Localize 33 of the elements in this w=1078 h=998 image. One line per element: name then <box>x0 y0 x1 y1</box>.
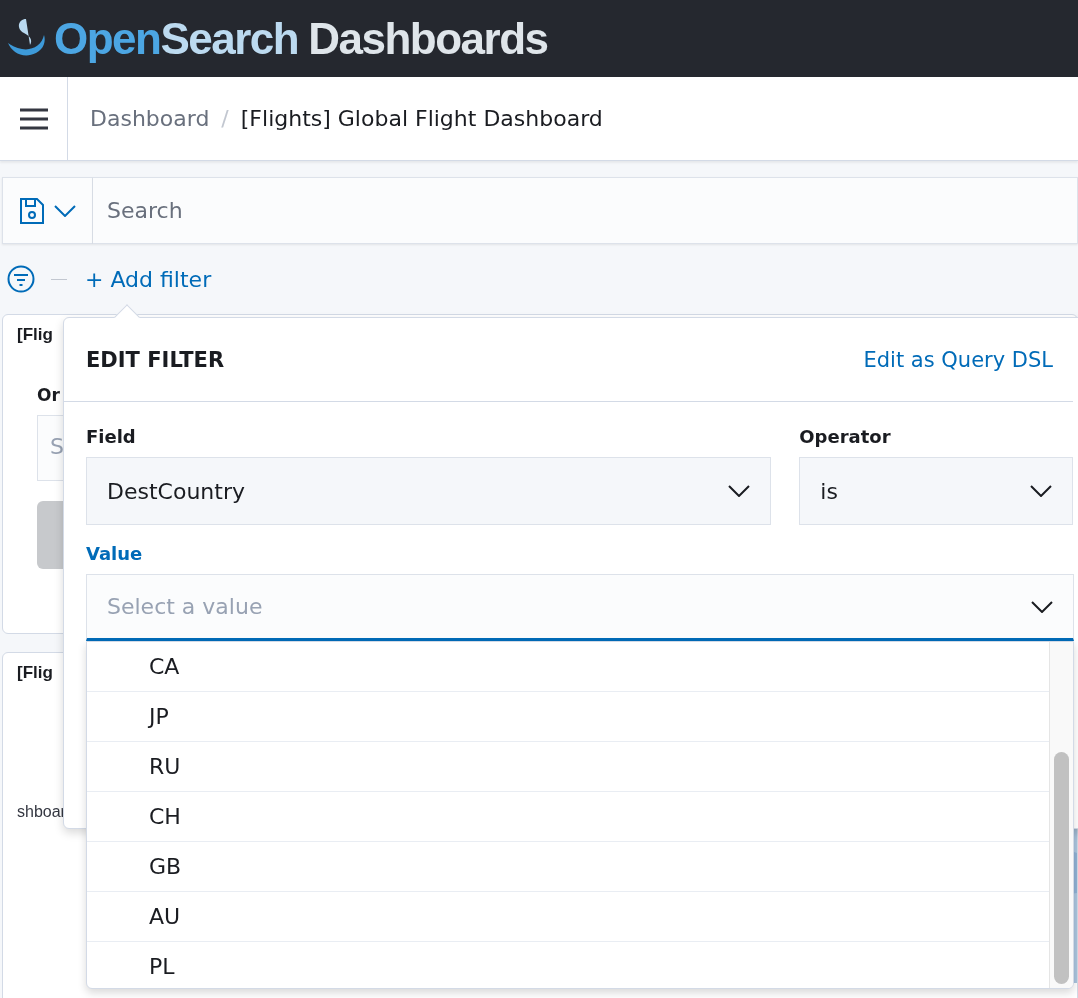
chevron-down-icon <box>728 485 751 497</box>
field-label: Field <box>86 426 137 447</box>
breadcrumb-separator: / <box>221 106 229 131</box>
popover-title: EDIT FILTER <box>86 347 225 372</box>
filter-icon <box>7 265 35 293</box>
save-icon <box>19 197 44 224</box>
chevron-down-icon <box>1030 485 1052 497</box>
chevron-down-icon <box>53 204 76 217</box>
app-logo-text: OpenSearch Dashboards <box>54 13 548 64</box>
option-item[interactable]: AU <box>87 892 1049 942</box>
option-item[interactable]: RU <box>87 742 1049 792</box>
scrollbar-thumb[interactable] <box>1054 752 1069 984</box>
panel-title: [Flig <box>17 663 53 683</box>
option-item[interactable]: CA <box>87 642 1049 692</box>
operator-select[interactable]: is <box>799 457 1073 525</box>
breadcrumb: [Flights] Global Flight Dashboard <box>240 106 603 131</box>
option-item[interactable]: CH <box>87 792 1049 842</box>
breadcrumb[interactable]: Dashboard <box>90 106 210 131</box>
control-label: Or <box>37 385 61 405</box>
menu-icon <box>19 107 48 130</box>
option-item[interactable]: JP <box>87 692 1049 742</box>
operator-label: Operator <box>799 426 892 447</box>
edit-query-dsl-link[interactable]: Edit as Query DSL <box>863 347 1053 372</box>
saved-query-button[interactable] <box>2 177 93 244</box>
panel-text: shboar <box>17 803 66 821</box>
search-field[interactable]: Search <box>93 177 1078 244</box>
option-item[interactable]: GB <box>87 842 1049 892</box>
field-select[interactable]: DestCountry <box>86 457 772 525</box>
panel-title: [Flig <box>17 325 53 345</box>
chevron-down-icon <box>1031 600 1053 613</box>
value-label: Value <box>86 543 143 564</box>
add-filter-link[interactable]: + Add filter <box>85 266 212 292</box>
menu-button[interactable] <box>0 77 68 160</box>
